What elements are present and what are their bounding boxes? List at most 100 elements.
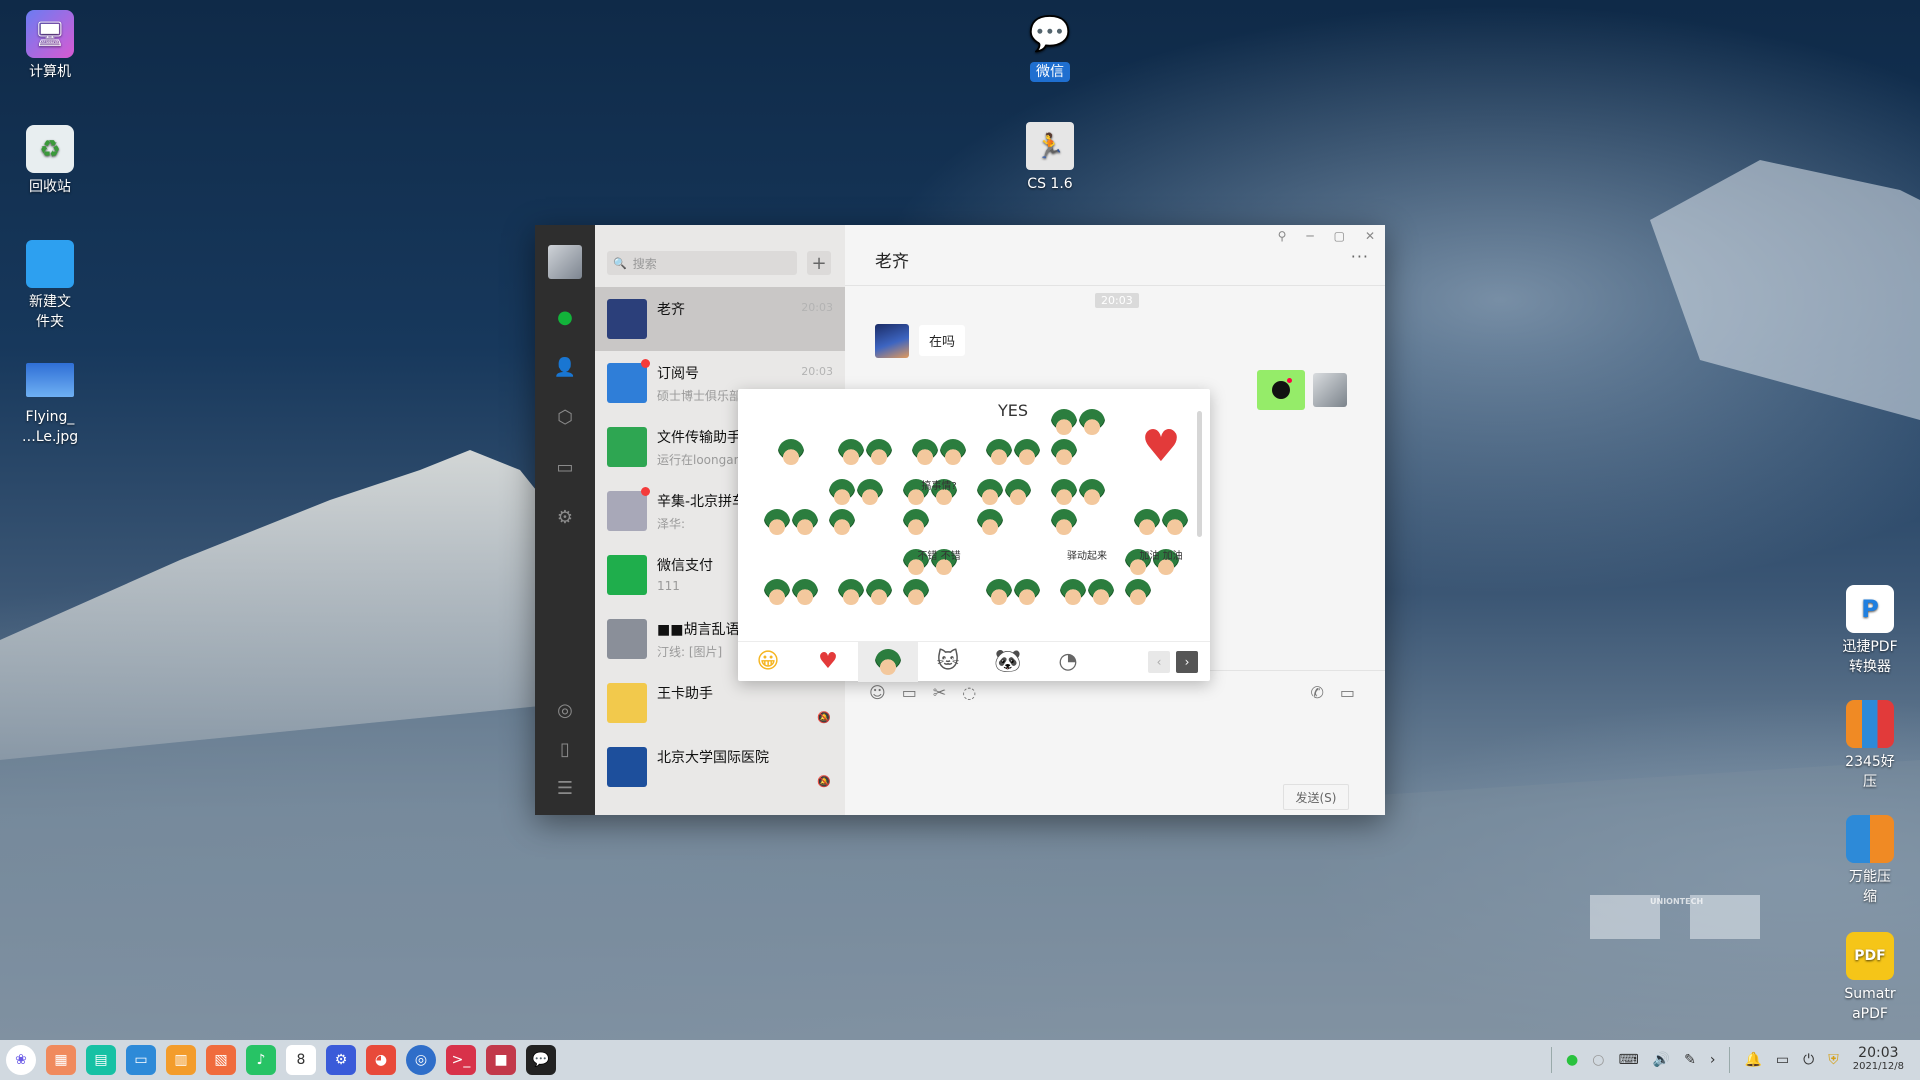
sticker[interactable] bbox=[1050, 405, 1124, 469]
desktop-icon-label: 新建文 bbox=[29, 294, 71, 310]
sticker[interactable]: 加油 加油 bbox=[1124, 545, 1198, 609]
chat-item[interactable]: 老齐 20:03 bbox=[595, 287, 845, 351]
browser-icon[interactable]: ◕ bbox=[366, 1045, 396, 1075]
search-input[interactable]: 🔍 搜索 bbox=[607, 251, 797, 275]
sticker[interactable] bbox=[1124, 475, 1198, 539]
clock[interactable]: 20:03 2021/12/8 bbox=[1853, 1046, 1904, 1074]
expand-tray-icon[interactable]: › bbox=[1710, 1052, 1716, 1068]
screen-recorder-icon[interactable]: ■ bbox=[486, 1045, 516, 1075]
sticker[interactable] bbox=[828, 545, 902, 609]
soldier-icon bbox=[977, 479, 1003, 505]
phone-nav-icon[interactable]: ▯ bbox=[553, 737, 577, 761]
wechat-tray-icon[interactable]: ● bbox=[1566, 1052, 1578, 1068]
workspace-icon[interactable]: ▤ bbox=[86, 1045, 116, 1075]
security-center-icon[interactable]: ◎ bbox=[406, 1045, 436, 1075]
desktop-icon-label: 缩 bbox=[1863, 889, 1877, 905]
sticker[interactable]: ♥ bbox=[1124, 405, 1198, 469]
video-call-icon[interactable]: ▭ bbox=[1340, 683, 1355, 702]
voice-call-icon[interactable]: ✆ bbox=[1310, 683, 1323, 702]
desktop-icon-new-folder[interactable]: 新建文 件夹 bbox=[0, 240, 100, 332]
calendar-icon[interactable]: 8 bbox=[286, 1045, 316, 1075]
favorites-nav-icon[interactable]: ⬡ bbox=[553, 405, 577, 429]
add-chat-button[interactable]: + bbox=[807, 251, 831, 275]
wechat-taskbar-icon[interactable]: 💬 bbox=[526, 1045, 556, 1075]
sticker[interactable]: 不错 不错 bbox=[902, 545, 976, 609]
files-nav-icon[interactable]: ▭ bbox=[553, 455, 577, 479]
moments-nav-icon[interactable]: ◎ bbox=[553, 698, 577, 722]
music-icon[interactable]: ♪ bbox=[246, 1045, 276, 1075]
desktop-icon-compress[interactable]: 万能压 缩 bbox=[1820, 815, 1920, 907]
sticker[interactable] bbox=[976, 475, 1050, 539]
power-icon[interactable]: ⏻ bbox=[1803, 1052, 1814, 1068]
desktop-icon-cs[interactable]: 🏃 CS 1.6 bbox=[1000, 122, 1100, 194]
chat-history-icon[interactable]: ◌ bbox=[962, 683, 976, 702]
chat-nav-icon[interactable]: ● bbox=[553, 305, 577, 329]
sticker[interactable] bbox=[754, 405, 828, 469]
desktop-icon-sumatra[interactable]: PDF Sumatr aPDF bbox=[1820, 932, 1920, 1024]
heart-sticker-icon: ♥ bbox=[1141, 421, 1181, 472]
desktop-icon-pdf-converter[interactable]: P 迅捷PDF 转换器 bbox=[1820, 585, 1920, 677]
launcher-icon[interactable]: ❀ bbox=[6, 1045, 36, 1075]
prev-page-button[interactable]: ‹ bbox=[1148, 651, 1170, 673]
minimize-icon[interactable]: ─ bbox=[1306, 229, 1313, 243]
sticker[interactable]: 驿动起来 bbox=[1050, 545, 1124, 609]
bun-sticker-tab[interactable]: ◔ bbox=[1038, 642, 1098, 682]
cat-sticker-tab[interactable]: 🐱 bbox=[918, 642, 978, 682]
soldier-figures bbox=[985, 439, 1041, 469]
image-viewer-icon[interactable]: ▧ bbox=[206, 1045, 236, 1075]
next-page-button[interactable]: › bbox=[1176, 651, 1198, 673]
notification-bell-icon[interactable]: 🔔 bbox=[1744, 1052, 1761, 1068]
sticker-scrollbar[interactable] bbox=[1197, 411, 1202, 537]
send-button[interactable]: 发送(S) bbox=[1283, 784, 1349, 810]
sticker[interactable]: YES bbox=[976, 401, 1050, 469]
more-options-button[interactable]: ··· bbox=[1351, 247, 1369, 266]
scissors-icon[interactable]: ✂ bbox=[933, 683, 946, 702]
volume-icon[interactable]: 🔊 bbox=[1653, 1052, 1670, 1068]
soldier-icon bbox=[1051, 479, 1077, 505]
sticker[interactable] bbox=[754, 475, 828, 539]
emoji-icon[interactable]: ☺ bbox=[869, 683, 886, 702]
sticker[interactable] bbox=[828, 475, 902, 539]
miniprogram-nav-icon[interactable]: ⚙ bbox=[553, 505, 577, 529]
folder-icon[interactable]: ▭ bbox=[902, 683, 917, 702]
self-message-avatar[interactable] bbox=[1313, 373, 1347, 407]
sticker[interactable]: 搞事情? bbox=[902, 475, 976, 539]
sticker[interactable] bbox=[828, 405, 902, 469]
chat-avatar bbox=[607, 747, 647, 787]
desktop-icon-computer[interactable]: 🖥 计算机 bbox=[0, 10, 100, 82]
tray-dot-icon[interactable]: ○ bbox=[1592, 1052, 1604, 1068]
soldier-icon bbox=[986, 579, 1012, 605]
self-avatar[interactable] bbox=[548, 245, 582, 279]
soldier-sticker-tab[interactable] bbox=[858, 641, 918, 682]
desktop-icon-image-file[interactable]: Flying_ …Le.jpg bbox=[0, 355, 100, 447]
desktop-icon-wechat[interactable]: 💬 微信 bbox=[1000, 10, 1100, 82]
desktop-icon-2345[interactable]: 2345好 压 bbox=[1820, 700, 1920, 792]
contacts-nav-icon[interactable]: 👤 bbox=[553, 355, 577, 379]
desktop-icon-trash[interactable]: ♻ 回收站 bbox=[0, 125, 100, 197]
close-icon[interactable]: ✕ bbox=[1365, 229, 1375, 243]
panda-sticker-tab[interactable]: 🐼 bbox=[978, 642, 1038, 682]
shield-icon[interactable]: ⛨ bbox=[1828, 1052, 1839, 1068]
favorites-tab[interactable]: ♥ bbox=[798, 642, 858, 682]
keyboard-icon[interactable]: ⌨ bbox=[1618, 1052, 1638, 1068]
sticker[interactable] bbox=[976, 545, 1050, 609]
contact-avatar[interactable] bbox=[875, 324, 909, 358]
maximize-icon[interactable]: ▢ bbox=[1334, 229, 1345, 243]
pin-icon[interactable]: ⚲ bbox=[1278, 229, 1287, 243]
settings-icon[interactable]: ⚙ bbox=[326, 1045, 356, 1075]
terminal-icon[interactable]: >_ bbox=[446, 1045, 476, 1075]
app-store-icon[interactable]: ▥ bbox=[166, 1045, 196, 1075]
sticker[interactable] bbox=[754, 545, 828, 609]
multitask-icon[interactable]: ▦ bbox=[46, 1045, 76, 1075]
soldier-icon bbox=[838, 579, 864, 605]
desktop-icon-btn[interactable]: ▭ bbox=[1776, 1052, 1789, 1068]
chat-item[interactable]: 北京大学国际医院 🔕 bbox=[595, 735, 845, 799]
sticker[interactable] bbox=[1050, 475, 1124, 539]
pen-icon[interactable]: ✎ bbox=[1684, 1052, 1696, 1068]
chat-time: 20:03 bbox=[801, 365, 833, 378]
file-manager-icon[interactable]: ▭ bbox=[126, 1045, 156, 1075]
emoji-tab[interactable]: 😀 bbox=[738, 642, 798, 682]
conversation-title: 老齐 bbox=[875, 252, 909, 272]
menu-nav-icon[interactable]: ☰ bbox=[553, 776, 577, 800]
sticker[interactable] bbox=[902, 405, 976, 469]
